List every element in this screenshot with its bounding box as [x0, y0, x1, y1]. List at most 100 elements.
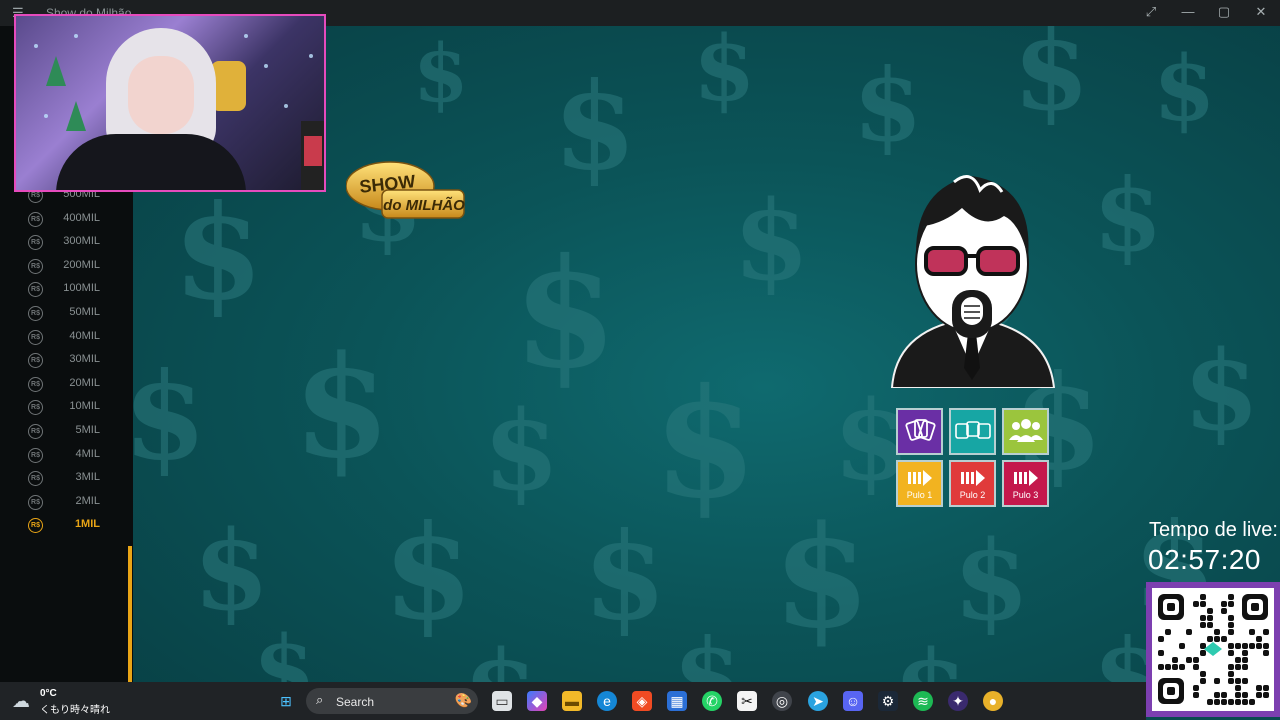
prize-row: R$ 4MIL — [28, 446, 128, 466]
qr-module — [1242, 643, 1248, 649]
qr-module — [1256, 685, 1262, 691]
dollar-sign-decoration: $ — [583, 506, 667, 647]
qr-module — [1235, 692, 1241, 698]
prize-row: R$ 40MIL — [28, 328, 128, 348]
prize-row: R$ 20MIL — [28, 375, 128, 395]
steam-icon[interactable]: ⚙ — [878, 691, 898, 711]
qr-module — [1193, 664, 1199, 670]
dollar-sign-decoration: $ — [173, 176, 264, 329]
dollar-sign-decoration: $ — [773, 496, 871, 660]
discord-icon[interactable]: ☺ — [843, 691, 863, 711]
dollar-sign-decoration: $ — [693, 26, 756, 122]
obs-icon[interactable]: ◎ — [772, 691, 792, 711]
qr-module — [1235, 699, 1241, 705]
streamer-face — [128, 56, 194, 134]
skip-icon — [1014, 470, 1038, 486]
whatsapp-icon[interactable]: ✆ — [702, 691, 722, 711]
live-timer: 02:57:20 — [1148, 544, 1261, 575]
maximize-button[interactable]: ▢ — [1212, 4, 1236, 22]
dollar-sign-decoration: $ — [463, 626, 540, 682]
prize-amount: 4MIL — [75, 447, 100, 460]
skip-2-label: Pulo 2 — [959, 490, 986, 500]
qr-module — [1228, 601, 1234, 607]
app-icon[interactable]: ✦ — [948, 691, 968, 711]
dollar-sign-decoration: $ — [1013, 26, 1090, 135]
cards-icon — [905, 419, 936, 441]
qr-module — [1207, 622, 1213, 628]
skip-1-button[interactable]: Pulo 1 — [896, 460, 943, 507]
prize-amount: 40MIL — [69, 329, 100, 342]
qr-module — [1193, 657, 1199, 663]
cloud-icon: ☁ — [12, 691, 30, 711]
qr-module — [1165, 629, 1171, 635]
qr-module — [1228, 629, 1234, 635]
prize-amount: 400MIL — [63, 211, 100, 224]
dollar-sign-decoration: $ — [253, 616, 316, 682]
dollar-sign-decoration: $ — [853, 46, 923, 164]
dollar-sign-decoration: $ — [513, 226, 618, 402]
game-icon[interactable]: ● — [983, 691, 1003, 711]
skip-3-label: Pulo 3 — [1012, 490, 1039, 500]
qr-code-pattern — [1158, 594, 1269, 705]
qr-module — [1207, 699, 1213, 705]
qr-module — [1221, 692, 1227, 698]
prize-row: R$ 50MIL — [28, 304, 128, 324]
skip-3-button[interactable]: Pulo 3 — [1002, 460, 1049, 507]
qr-module — [1249, 629, 1255, 635]
qr-module — [1186, 657, 1192, 663]
task-view-icon[interactable]: ▭ — [492, 691, 512, 711]
prize-amount: 300MIL — [63, 235, 100, 248]
prize-row: R$ 300MIL — [28, 233, 128, 253]
qr-module — [1256, 692, 1262, 698]
prize-row: R$ 3MIL — [28, 469, 128, 489]
qr-module — [1200, 643, 1206, 649]
fullscreen-button[interactable]: ⤢ — [1139, 4, 1163, 22]
qr-module — [1214, 678, 1220, 684]
start-icon[interactable]: ⊞ — [276, 691, 296, 711]
streamer-body — [56, 134, 246, 190]
brave-icon[interactable]: ◈ — [632, 691, 652, 711]
qr-module — [1242, 699, 1248, 705]
cards-help-button[interactable] — [896, 408, 943, 455]
search-box[interactable]: ⌕ Search 🎨 — [306, 688, 478, 714]
telegram-icon[interactable]: ➤ — [808, 691, 828, 711]
qr-module — [1256, 643, 1262, 649]
store-icon[interactable]: ▦ — [667, 691, 687, 711]
qr-module — [1228, 594, 1234, 600]
qr-module — [1221, 601, 1227, 607]
placards-icon — [955, 421, 991, 439]
copilot-icon[interactable]: ◆ — [527, 691, 547, 711]
qr-module — [1263, 650, 1269, 656]
prize-row: R$ 400MIL — [28, 210, 128, 230]
prize-amount: 10MIL — [69, 400, 100, 413]
qr-module — [1200, 678, 1206, 684]
prize-amount: 200MIL — [63, 258, 100, 271]
qr-module — [1200, 594, 1206, 600]
qr-module — [1235, 643, 1241, 649]
host-avatar — [890, 175, 1056, 388]
weather-temp: 0°C — [40, 688, 57, 699]
capcut-icon[interactable]: ✂ — [737, 691, 757, 711]
qr-module — [1165, 664, 1171, 670]
qr-module — [1249, 643, 1255, 649]
qr-module — [1186, 629, 1192, 635]
search-placeholder: Search — [336, 695, 375, 709]
spotify-icon[interactable]: ≋ — [913, 691, 933, 711]
qr-module — [1242, 664, 1248, 670]
qr-module — [1158, 664, 1164, 670]
placards-help-button[interactable] — [949, 408, 996, 455]
edge-icon[interactable]: e — [597, 691, 617, 711]
qr-module — [1172, 657, 1178, 663]
qr-module — [1221, 699, 1227, 705]
qr-module — [1228, 643, 1234, 649]
dollar-sign-decoration: $ — [1153, 36, 1216, 142]
prize-row: R$ 30MIL — [28, 351, 128, 371]
dollar-sign-decoration: $ — [1093, 156, 1163, 274]
close-button[interactable]: ✕ — [1249, 4, 1273, 22]
dollar-sign-decoration: $ — [673, 616, 743, 682]
logo-line2: do MILHÃO — [383, 196, 465, 214]
audience-help-button[interactable] — [1002, 408, 1049, 455]
file-explorer-icon[interactable]: ▬ — [562, 691, 582, 711]
skip-2-button[interactable]: Pulo 2 — [949, 460, 996, 507]
minimize-button[interactable]: — — [1176, 4, 1200, 22]
